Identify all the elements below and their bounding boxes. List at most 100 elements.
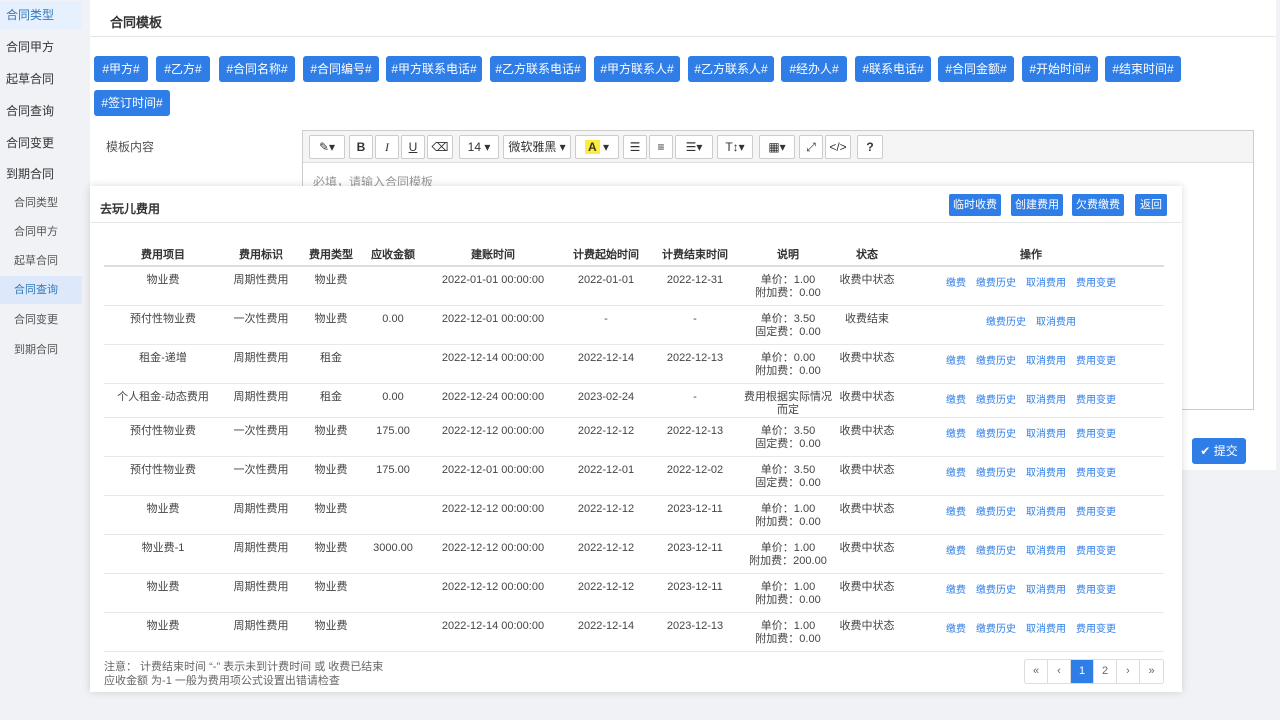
cancel-fee-link[interactable]: 取消费用 — [1026, 395, 1066, 406]
cancel-fee-link[interactable]: 取消费用 — [1026, 429, 1066, 440]
page-1-button[interactable]: 1 — [1071, 660, 1094, 683]
sidebar-item-expired-contract[interactable]: 到期合同 — [0, 160, 82, 188]
submit-button[interactable]: ✔ 提交 — [1192, 438, 1246, 464]
tag-contract-amount[interactable]: #合同金额# — [938, 56, 1014, 82]
payment-history-link[interactable]: 缴费历史 — [976, 395, 1016, 406]
change-fee-link[interactable]: 费用变更 — [1076, 585, 1116, 596]
back-button[interactable]: 返回 — [1135, 194, 1167, 216]
code-view-icon[interactable]: </> — [825, 135, 851, 159]
ordered-list-icon[interactable]: ≡ — [649, 135, 673, 159]
payment-history-link[interactable]: 缴费历史 — [976, 546, 1016, 557]
cancel-fee-link[interactable]: 取消费用 — [1036, 317, 1076, 328]
payment-history-link[interactable]: 缴费历史 — [976, 356, 1016, 367]
change-fee-link[interactable]: 费用变更 — [1076, 468, 1116, 479]
change-fee-link[interactable]: 费用变更 — [1076, 546, 1116, 557]
sidebar-item-contract-type[interactable]: 合同类型 — [0, 1, 82, 29]
payment-history-link[interactable]: 缴费历史 — [976, 468, 1016, 479]
operations-cell: 缴费 缴费历史 取消费用 费用变更 — [898, 495, 1164, 535]
tag-contact-phone[interactable]: #联系电话# — [855, 56, 931, 82]
payment-history-link[interactable]: 缴费历史 — [976, 624, 1016, 635]
unordered-list-icon[interactable]: ☰ — [623, 135, 647, 159]
cancel-fee-link[interactable]: 取消费用 — [1026, 546, 1066, 557]
tag-party-b[interactable]: #乙方# — [156, 56, 210, 82]
pay-link[interactable]: 缴费 — [946, 585, 966, 596]
change-fee-link[interactable]: 费用变更 — [1076, 356, 1116, 367]
pay-link[interactable]: 缴费 — [946, 356, 966, 367]
change-fee-link[interactable]: 费用变更 — [1076, 507, 1116, 518]
align-icon[interactable]: ☰▾ — [675, 135, 713, 159]
sidebar-subitem-party-a[interactable]: 合同甲方 — [0, 218, 82, 246]
sidebar: 合同类型 合同甲方 起草合同 合同查询 合同变更 到期合同 合同类型 合同甲方 … — [0, 0, 82, 720]
tag-party-b-phone[interactable]: #乙方联系电话# — [490, 56, 586, 82]
page-2-button[interactable]: 2 — [1094, 660, 1117, 683]
tag-party-b-contact[interactable]: #乙方联系人# — [688, 56, 774, 82]
description-cell: 单价：3.50 固定费：0.00 — [740, 305, 836, 345]
operations-cell: 缴费 缴费历史 取消费用 费用变更 — [898, 383, 1164, 418]
tag-start-time[interactable]: #开始时间# — [1022, 56, 1098, 82]
last-page-button[interactable]: » — [1140, 660, 1163, 683]
start-time-cell: - — [562, 305, 650, 345]
table-icon[interactable]: ▦▾ — [759, 135, 795, 159]
pay-link[interactable]: 缴费 — [946, 468, 966, 479]
cancel-fee-link[interactable]: 取消费用 — [1026, 507, 1066, 518]
payment-history-link[interactable]: 缴费历史 — [986, 317, 1026, 328]
created-time-cell: 2022-12-01 00:00:00 — [424, 305, 562, 345]
sidebar-item-contract-change[interactable]: 合同变更 — [0, 129, 82, 157]
bold-icon[interactable]: B — [349, 135, 373, 159]
prev-page-button[interactable]: ‹ — [1048, 660, 1071, 683]
description-line: 单价：1.00 — [760, 541, 816, 554]
payment-history-link[interactable]: 缴费历史 — [976, 507, 1016, 518]
sidebar-subitem-contract-type[interactable]: 合同类型 — [0, 189, 82, 217]
payment-history-link[interactable]: 缴费历史 — [976, 278, 1016, 289]
italic-icon[interactable]: I — [375, 135, 399, 159]
tag-contract-number[interactable]: #合同编号# — [303, 56, 379, 82]
change-fee-link[interactable]: 费用变更 — [1076, 624, 1116, 635]
font-family-select[interactable]: 微软雅黑 ▾ — [503, 135, 571, 159]
arrears-payment-button[interactable]: 欠费缴费 — [1072, 194, 1124, 216]
tag-end-time[interactable]: #结束时间# — [1105, 56, 1181, 82]
fee-table: 费用项目 费用标识 费用类型 应收金额 建账时间 计费起始时间 计费结束时间 说… — [104, 242, 1164, 652]
font-color-button[interactable]: A ▾ — [575, 135, 619, 159]
pay-link[interactable]: 缴费 — [946, 546, 966, 557]
tag-party-a-phone[interactable]: #甲方联系电话# — [386, 56, 482, 82]
payment-history-link[interactable]: 缴费历史 — [976, 585, 1016, 596]
font-size-select[interactable]: 14 ▾ — [459, 135, 499, 159]
sidebar-subitem-draft-contract[interactable]: 起草合同 — [0, 247, 82, 275]
next-page-button[interactable]: › — [1117, 660, 1140, 683]
magic-wand-icon[interactable]: ✎▾ — [309, 135, 345, 159]
tag-contract-name[interactable]: #合同名称# — [219, 56, 295, 82]
change-fee-link[interactable]: 费用变更 — [1076, 278, 1116, 289]
description-line: 单价：1.00 — [760, 274, 816, 286]
sidebar-subitem-contract-query[interactable]: 合同查询 — [0, 276, 82, 304]
pay-link[interactable]: 缴费 — [946, 278, 966, 289]
line-height-icon[interactable]: T↕▾ — [717, 135, 753, 159]
temporary-charge-button[interactable]: 临时收费 — [949, 194, 1001, 216]
sidebar-item-party-a[interactable]: 合同甲方 — [0, 33, 82, 61]
tag-sign-time[interactable]: #签订时间# — [94, 90, 170, 116]
eraser-icon[interactable]: ⌫ — [427, 135, 453, 159]
cancel-fee-link[interactable]: 取消费用 — [1026, 278, 1066, 289]
sidebar-item-contract-query[interactable]: 合同查询 — [0, 97, 82, 125]
cancel-fee-link[interactable]: 取消费用 — [1026, 468, 1066, 479]
tag-party-a-contact[interactable]: #甲方联系人# — [594, 56, 680, 82]
help-icon[interactable]: ? — [857, 135, 883, 159]
change-fee-link[interactable]: 费用变更 — [1076, 429, 1116, 440]
create-fee-button[interactable]: 创建费用 — [1011, 194, 1063, 216]
pay-link[interactable]: 缴费 — [946, 624, 966, 635]
pay-link[interactable]: 缴费 — [946, 395, 966, 406]
tag-handler[interactable]: #经办人# — [781, 56, 847, 82]
cancel-fee-link[interactable]: 取消费用 — [1026, 356, 1066, 367]
sidebar-item-draft-contract[interactable]: 起草合同 — [0, 65, 82, 93]
cancel-fee-link[interactable]: 取消费用 — [1026, 624, 1066, 635]
fullscreen-icon[interactable]: ⤢ — [799, 135, 823, 159]
tag-party-a[interactable]: #甲方# — [94, 56, 148, 82]
sidebar-subitem-expired-contract[interactable]: 到期合同 — [0, 336, 82, 364]
payment-history-link[interactable]: 缴费历史 — [976, 429, 1016, 440]
change-fee-link[interactable]: 费用变更 — [1076, 395, 1116, 406]
underline-icon[interactable]: U — [401, 135, 425, 159]
first-page-button[interactable]: « — [1025, 660, 1048, 683]
sidebar-subitem-contract-change[interactable]: 合同变更 — [0, 306, 82, 334]
cancel-fee-link[interactable]: 取消费用 — [1026, 585, 1066, 596]
pay-link[interactable]: 缴费 — [946, 507, 966, 518]
pay-link[interactable]: 缴费 — [946, 429, 966, 440]
